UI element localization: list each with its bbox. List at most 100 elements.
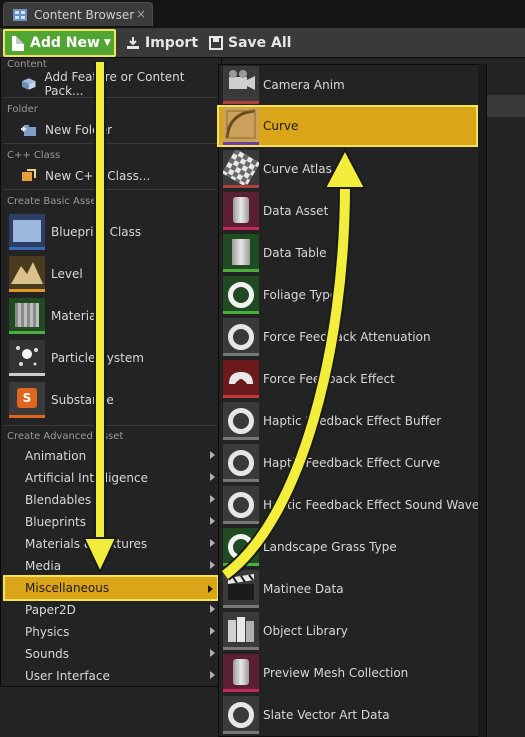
- menu-item-camera-anim[interactable]: Camera Anim: [223, 65, 483, 105]
- save-all-label: Save All: [228, 35, 292, 51]
- divider: [3, 143, 217, 144]
- add-new-menu: Content Add Feature or Content Pack... F…: [0, 57, 222, 687]
- menu-item-object-library[interactable]: Object Library: [223, 611, 483, 651]
- divider: [3, 189, 217, 190]
- force-feedback-attenuation-icon: [223, 318, 259, 356]
- add-new-button[interactable]: Add New ▼: [3, 29, 116, 57]
- feature-pack-icon: [21, 78, 36, 90]
- add-new-label: Add New: [30, 35, 100, 51]
- tab-content-browser[interactable]: Content Browser ×: [3, 2, 153, 26]
- new-document-icon: [12, 35, 24, 51]
- submenu-artificial-intelligence[interactable]: Artificial Intelligence: [3, 467, 219, 489]
- menu-item-haptic-feedback-effect-curve[interactable]: Haptic Feedback Effect Curve: [223, 443, 483, 483]
- toolbar: Add New ▼ Import Save All: [0, 28, 525, 58]
- save-all-button[interactable]: Save All: [209, 32, 291, 54]
- substance-icon: S: [9, 382, 45, 418]
- data-table-icon: [223, 234, 259, 272]
- landscape-grass-type-icon: [223, 528, 259, 566]
- section-advanced-asset: Create Advanced Asset: [7, 431, 124, 442]
- divider: [3, 97, 217, 98]
- tab-bar: Content Browser ×: [0, 0, 525, 28]
- new-folder-icon: [21, 125, 36, 136]
- curve-icon: [223, 107, 259, 145]
- data-asset-icon: [223, 192, 259, 230]
- object-library-icon: [223, 612, 259, 650]
- preview-mesh-collection-icon: [223, 654, 259, 692]
- clapperboard-icon: [223, 570, 259, 608]
- chevron-right-icon: [210, 561, 215, 569]
- submenu-physics[interactable]: Physics: [3, 621, 219, 643]
- level-icon: [9, 256, 45, 292]
- chevron-down-icon: ▼: [103, 38, 111, 48]
- menu-item-data-table[interactable]: Data Table: [223, 233, 483, 273]
- chevron-right-icon: [210, 649, 215, 657]
- import-button[interactable]: Import: [126, 32, 198, 54]
- menu-item-add-feature-pack[interactable]: Add Feature or Content Pack...: [21, 70, 221, 98]
- force-feedback-effect-icon: [223, 360, 259, 398]
- haptic-sound-wave-icon: [223, 486, 259, 524]
- menu-item-particle-system[interactable]: Particle System: [9, 339, 144, 377]
- curve-atlas-icon: [223, 150, 259, 188]
- submenu-materials-textures[interactable]: Materials & Textures: [3, 533, 219, 555]
- submenu-animation[interactable]: Animation: [3, 445, 219, 467]
- menu-item-slate-vector-art-data[interactable]: Slate Vector Art Data: [223, 695, 483, 735]
- import-icon: [127, 37, 139, 49]
- close-icon[interactable]: ×: [136, 7, 146, 21]
- menu-item-landscape-grass-type[interactable]: Landscape Grass Type: [223, 527, 483, 567]
- blueprint-class-icon: [9, 214, 45, 250]
- menu-item-data-asset[interactable]: Data Asset: [223, 191, 483, 231]
- menu-item-substance[interactable]: S Substance: [9, 381, 114, 419]
- content-browser-icon: [13, 8, 27, 21]
- menu-item-material[interactable]: Material: [9, 297, 100, 335]
- menu-item-force-feedback-effect[interactable]: Force Feedback Effect: [223, 359, 483, 399]
- menu-item-preview-mesh-collection[interactable]: Preview Mesh Collection: [223, 653, 483, 693]
- divider: [3, 425, 217, 426]
- submenu-user-interface[interactable]: User Interface: [3, 665, 219, 687]
- slate-vector-art-data-icon: [223, 696, 259, 734]
- foliage-type-icon: [223, 276, 259, 314]
- submenu-blendables[interactable]: Blendables: [3, 489, 219, 511]
- camera-anim-icon: [223, 66, 259, 104]
- menu-item-haptic-feedback-effect-sound-wave[interactable]: Haptic Feedback Effect Sound Wave: [223, 485, 483, 525]
- import-label: Import: [145, 35, 199, 51]
- menu-item-level[interactable]: Level: [9, 255, 83, 293]
- miscellaneous-submenu: Camera Anim Curve Curve Atlas Data Asset: [217, 64, 487, 737]
- section-basic-asset: Create Basic Asset: [7, 196, 101, 207]
- section-cpp-class: C++ Class: [7, 150, 61, 161]
- haptic-buffer-icon: [223, 402, 259, 440]
- haptic-curve-icon: [223, 444, 259, 482]
- scrollbar[interactable]: [478, 64, 486, 737]
- menu-item-force-feedback-attenuation[interactable]: Force Feedback Attenuation: [223, 317, 483, 357]
- menu-item-curve-atlas[interactable]: Curve Atlas: [223, 149, 483, 189]
- material-icon: [9, 298, 45, 334]
- cpp-class-icon: [22, 169, 36, 181]
- content-browser-window: Content Browser × Add New ▼ Import Save …: [0, 0, 525, 737]
- submenu-media[interactable]: Media: [3, 555, 219, 577]
- chevron-right-icon: [210, 539, 215, 547]
- background-toolbar-fragment: [485, 95, 525, 117]
- chevron-right-icon: [210, 473, 215, 481]
- menu-item-new-folder[interactable]: New Folder: [21, 120, 112, 140]
- chevron-right-icon: [210, 495, 215, 503]
- chevron-right-icon: [210, 517, 215, 525]
- menu-item-matinee-data[interactable]: Matinee Data: [223, 569, 483, 609]
- submenu-miscellaneous[interactable]: Miscellaneous: [3, 575, 219, 601]
- menu-item-blueprint-class[interactable]: Blueprint Class: [9, 213, 141, 251]
- chevron-right-icon: [210, 451, 215, 459]
- menu-item-haptic-feedback-effect-buffer[interactable]: Haptic Feedback Effect Buffer: [223, 401, 483, 441]
- chevron-right-icon: [210, 627, 215, 635]
- chevron-right-icon: [208, 585, 213, 593]
- section-folder: Folder: [7, 104, 38, 115]
- tab-label: Content Browser: [34, 7, 135, 22]
- submenu-paper2d[interactable]: Paper2D: [3, 599, 219, 621]
- section-content: Content: [7, 59, 47, 70]
- particle-system-icon: [9, 340, 45, 376]
- chevron-right-icon: [210, 605, 215, 613]
- menu-item-foliage-type[interactable]: Foliage Type: [223, 275, 483, 315]
- submenu-sounds[interactable]: Sounds: [3, 643, 219, 665]
- menu-item-curve[interactable]: Curve: [217, 105, 478, 147]
- chevron-right-icon: [210, 671, 215, 679]
- save-icon: [209, 36, 223, 50]
- submenu-blueprints[interactable]: Blueprints: [3, 511, 219, 533]
- menu-item-new-cpp-class[interactable]: New C++ Class...: [21, 166, 150, 186]
